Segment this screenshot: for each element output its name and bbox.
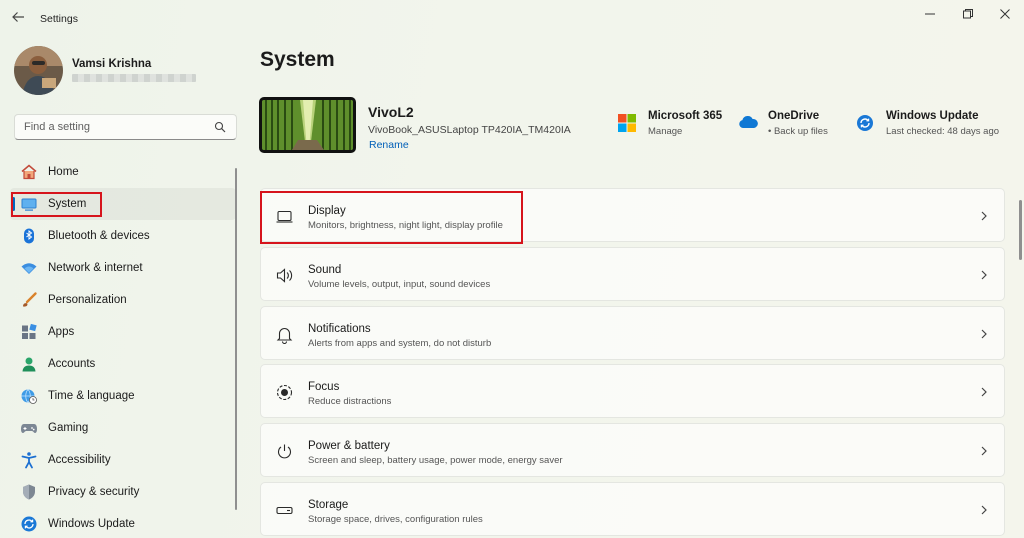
settings-card-list: Display Monitors, brightness, night ligh… bbox=[260, 188, 1005, 538]
sidebar-item-label: Privacy & security bbox=[48, 486, 140, 498]
rename-link[interactable]: Rename bbox=[369, 139, 409, 151]
restore-button[interactable] bbox=[955, 4, 981, 24]
main-scrollbar[interactable] bbox=[1019, 200, 1022, 260]
microsoft-365-tile[interactable]: Microsoft 365 Manage bbox=[618, 110, 722, 137]
card-display[interactable]: Display Monitors, brightness, night ligh… bbox=[260, 188, 1005, 242]
avatar[interactable] bbox=[14, 46, 63, 95]
chevron-right-icon bbox=[978, 385, 990, 399]
sidebar-item-gaming[interactable]: Gaming bbox=[10, 412, 236, 444]
sidebar-item-accounts[interactable]: Accounts bbox=[10, 348, 236, 380]
app-title: Settings bbox=[40, 13, 78, 25]
focus-icon bbox=[275, 383, 294, 402]
card-title: Sound bbox=[308, 263, 342, 276]
card-notifications[interactable]: Notifications Alerts from apps and syste… bbox=[260, 305, 1005, 360]
card-title: Display bbox=[308, 205, 346, 217]
device-thumbnail bbox=[259, 97, 356, 153]
sidebar-item-bluetooth[interactable]: Bluetooth & devices bbox=[10, 220, 236, 252]
quick-subtitle: Last checked: 48 days ago bbox=[886, 126, 1000, 137]
card-sound[interactable]: Sound Volume levels, output, input, soun… bbox=[260, 246, 1005, 301]
sidebar-item-system[interactable]: System bbox=[10, 188, 236, 220]
sidebar-item-label: System bbox=[48, 198, 87, 210]
page-title: System bbox=[260, 48, 335, 71]
sidebar-item-personalization[interactable]: Personalization bbox=[10, 284, 236, 316]
card-title: Storage bbox=[308, 498, 349, 511]
chevron-right-icon bbox=[978, 503, 990, 517]
quick-subtitle: Manage bbox=[648, 126, 683, 137]
bluetooth-icon bbox=[20, 227, 38, 245]
search-icon[interactable] bbox=[214, 121, 227, 134]
device-name: VivoL2 bbox=[368, 104, 414, 120]
system-icon bbox=[20, 195, 38, 213]
sidebar-item-apps[interactable]: Apps bbox=[10, 316, 236, 348]
accounts-icon bbox=[20, 355, 38, 373]
card-subtitle: Screen and sleep, battery usage, power m… bbox=[308, 455, 563, 467]
card-subtitle: Reduce distractions bbox=[308, 396, 392, 408]
sidebar-item-label: Network & internet bbox=[48, 262, 143, 274]
shield-icon bbox=[20, 483, 38, 501]
sidebar-scrollbar[interactable] bbox=[235, 168, 237, 510]
sidebar-item-label: Personalization bbox=[48, 294, 127, 306]
home-icon bbox=[20, 163, 38, 181]
display-icon bbox=[275, 207, 294, 226]
title-bar: Settings bbox=[0, 0, 1024, 38]
speaker-icon bbox=[275, 266, 294, 285]
sidebar-item-label: Home bbox=[48, 166, 79, 178]
card-focus[interactable]: Focus Reduce distractions bbox=[260, 364, 1005, 419]
minimize-button[interactable] bbox=[917, 4, 943, 24]
card-power-battery[interactable]: Power & battery Screen and sleep, batter… bbox=[260, 423, 1005, 478]
sidebar-item-label: Bluetooth & devices bbox=[48, 230, 150, 242]
quick-subtitle: • Back up files bbox=[768, 126, 828, 137]
quick-title: OneDrive bbox=[768, 110, 820, 122]
device-model: VivoBook_ASUSLaptop TP420IA_TM420IA bbox=[368, 124, 571, 136]
globe-clock-icon bbox=[20, 387, 38, 405]
power-icon bbox=[275, 442, 294, 461]
brush-icon bbox=[20, 291, 38, 309]
card-title: Power & battery bbox=[308, 440, 390, 453]
sidebar-nav: Home System Bluetooth & devices Network … bbox=[10, 156, 236, 538]
sidebar-item-accessibility[interactable]: Accessibility bbox=[10, 444, 236, 476]
close-button[interactable] bbox=[992, 4, 1018, 24]
microsoft-365-icon bbox=[618, 114, 638, 134]
accessibility-icon bbox=[20, 451, 38, 469]
chevron-right-icon bbox=[978, 268, 990, 282]
quick-title: Windows Update bbox=[886, 110, 979, 122]
card-subtitle: Monitors, brightness, night light, displ… bbox=[308, 220, 503, 231]
card-storage[interactable]: Storage Storage space, drives, configura… bbox=[260, 481, 1005, 536]
sidebar-item-label: Gaming bbox=[48, 422, 89, 434]
chevron-right-icon bbox=[978, 209, 990, 223]
search-input[interactable]: Find a setting bbox=[24, 121, 90, 133]
search-box[interactable]: Find a setting bbox=[14, 114, 237, 140]
quick-title: Microsoft 365 bbox=[648, 110, 723, 122]
card-title: Focus bbox=[308, 381, 340, 394]
windows-update-tile[interactable]: Windows Update Last checked: 48 days ago bbox=[856, 110, 999, 137]
sidebar-item-windows-update[interactable]: Windows Update bbox=[10, 508, 236, 538]
sidebar-item-label: Accounts bbox=[48, 358, 96, 370]
card-subtitle: Storage space, drives, configuration rul… bbox=[308, 513, 483, 525]
chevron-right-icon bbox=[978, 444, 990, 458]
sidebar-item-privacy-security[interactable]: Privacy & security bbox=[10, 476, 236, 508]
sidebar-item-label: Accessibility bbox=[48, 454, 111, 466]
sidebar-item-time-language[interactable]: Time & language bbox=[10, 380, 236, 412]
user-email-redacted bbox=[72, 74, 196, 82]
chevron-right-icon bbox=[978, 327, 990, 341]
card-subtitle: Alerts from apps and system, do not dist… bbox=[308, 337, 492, 349]
windows-update-icon bbox=[856, 114, 876, 134]
sidebar-item-network[interactable]: Network & internet bbox=[10, 252, 236, 284]
apps-icon bbox=[20, 323, 38, 341]
onedrive-icon bbox=[738, 114, 758, 134]
sidebar-item-home[interactable]: Home bbox=[10, 156, 236, 188]
back-arrow-icon[interactable] bbox=[10, 9, 30, 29]
bell-icon bbox=[275, 325, 294, 344]
update-icon bbox=[20, 515, 38, 533]
sidebar-item-label: Windows Update bbox=[48, 518, 135, 530]
storage-icon bbox=[275, 501, 294, 520]
card-subtitle: Volume levels, output, input, sound devi… bbox=[308, 278, 491, 290]
card-title: Notifications bbox=[308, 322, 371, 335]
network-icon bbox=[20, 259, 38, 277]
gamepad-icon bbox=[20, 419, 38, 437]
sidebar-item-label: Time & language bbox=[48, 390, 135, 402]
sidebar-item-label: Apps bbox=[48, 326, 75, 338]
onedrive-tile[interactable]: OneDrive • Back up files bbox=[738, 110, 828, 137]
user-name: Vamsi Krishna bbox=[72, 58, 152, 70]
